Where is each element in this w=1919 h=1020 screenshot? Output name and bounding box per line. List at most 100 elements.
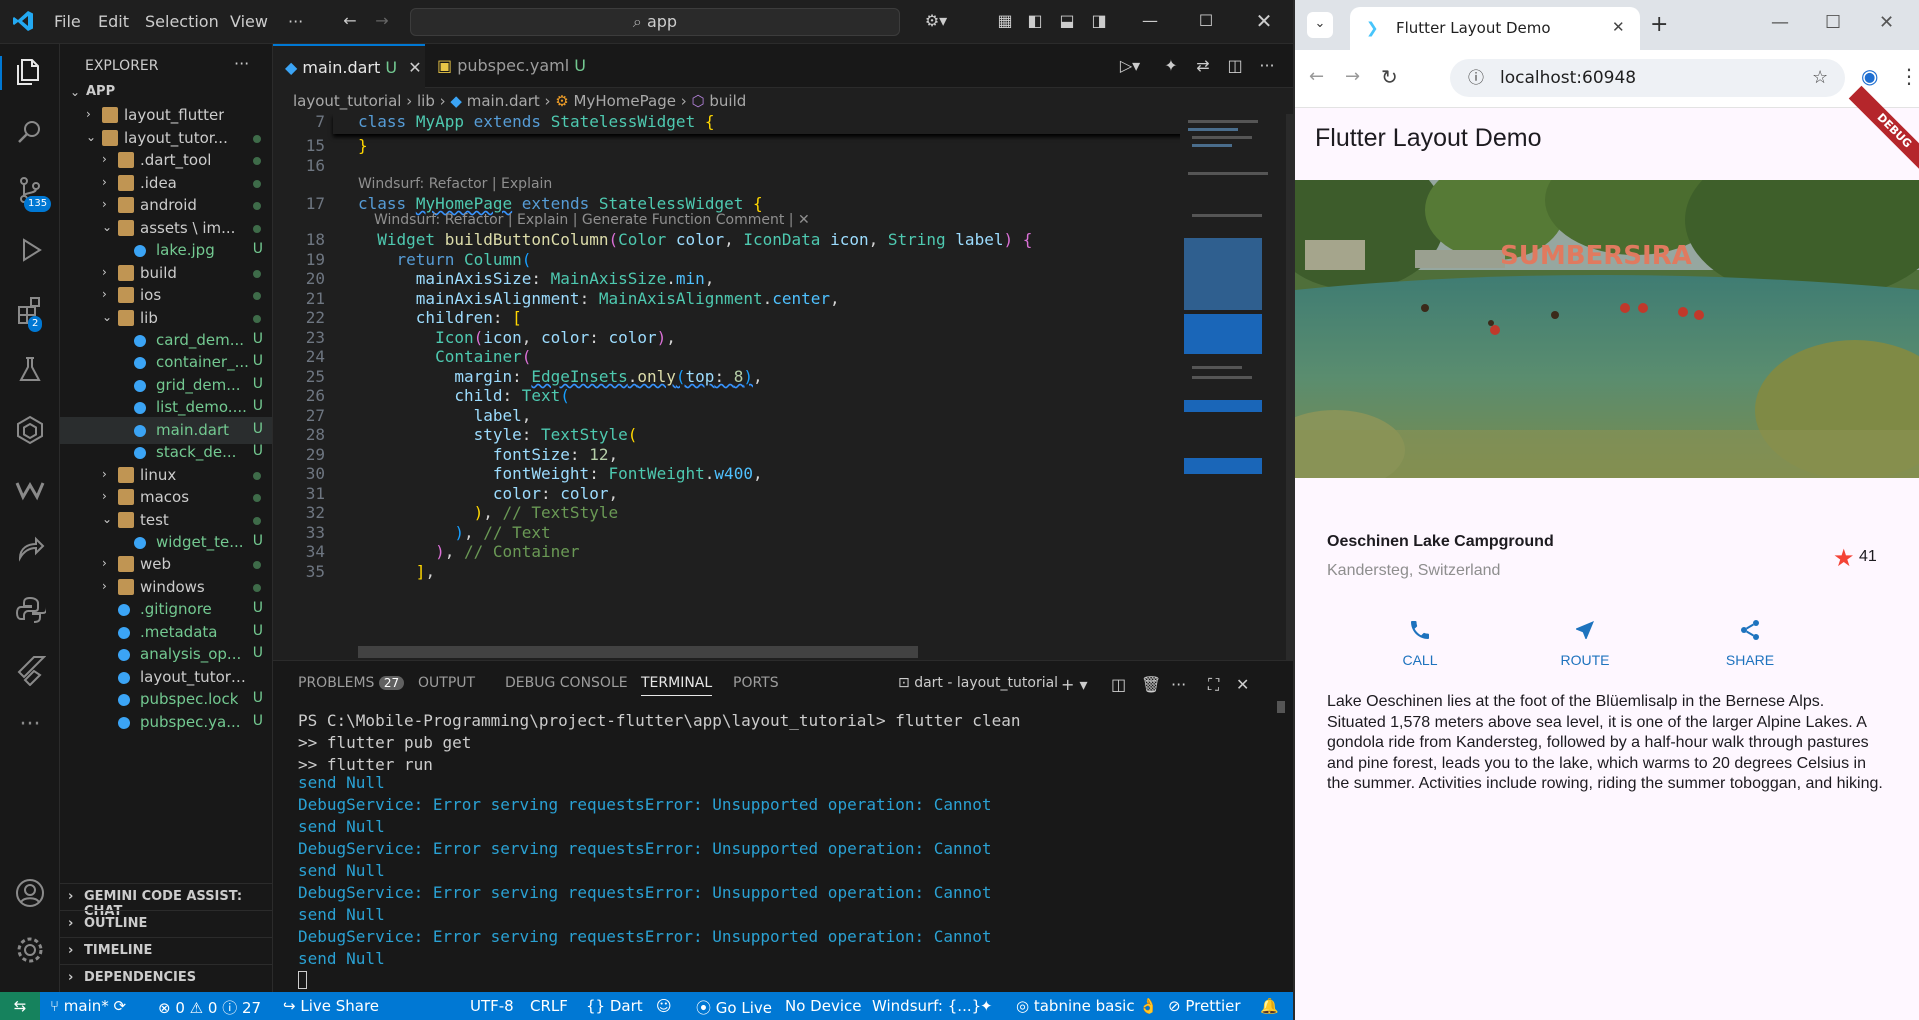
chrome-minimize-icon[interactable]: —	[1771, 12, 1789, 33]
new-tab-plus-icon[interactable]: +	[1650, 12, 1668, 37]
eol-status[interactable]: CRLF	[530, 997, 568, 1015]
menu-edit[interactable]: Edit	[98, 12, 129, 31]
menu-more[interactable]: ···	[288, 12, 303, 31]
panel-tab-problems[interactable]: PROBLEMS 27	[298, 675, 405, 691]
toggle-secondary-sidebar-icon[interactable]: ◨	[1089, 11, 1109, 31]
language-status[interactable]: {} Dart	[586, 997, 643, 1015]
minimap-viewport[interactable]	[1184, 238, 1262, 310]
windsurf-status[interactable]: Windsurf: {...}	[872, 997, 981, 1015]
tree-file[interactable]: pubspec.ya... U	[60, 709, 272, 736]
tab-main-dart[interactable]: ◆ main.dart U ✕	[273, 44, 425, 88]
section-gemini[interactable]: › GEMINI CODE ASSIST: CHAT	[60, 883, 272, 919]
reload-icon[interactable]: ↻	[1381, 65, 1398, 89]
horizontal-scrollbar[interactable]	[358, 646, 918, 658]
trash-icon[interactable]: 🗑	[1141, 675, 1161, 694]
call-button[interactable]: CALL	[1375, 618, 1465, 668]
breadcrumb-lib[interactable]: lib	[417, 92, 435, 110]
breadcrumb-class[interactable]: MyHomePage	[574, 92, 676, 110]
breadcrumb-file[interactable]: main.dart	[467, 92, 540, 110]
chrome-menu-icon[interactable]: ⋮	[1899, 64, 1919, 88]
breadcrumb-method[interactable]: build	[709, 92, 746, 110]
back-arrow-icon[interactable]: ←	[340, 11, 360, 31]
prettier-status[interactable]: ⊘ Prettier	[1168, 997, 1241, 1015]
run-dropdown-icon[interactable]: ▷▾	[1113, 56, 1147, 76]
profile-icon[interactable]: ◉	[1861, 64, 1878, 88]
tabnine-status[interactable]: ◎ tabnine basic 👌	[1016, 997, 1158, 1015]
notifications-bell-icon[interactable]: 🔔	[1260, 997, 1279, 1015]
live-share-status[interactable]: ↪ Live Share	[283, 997, 379, 1015]
share-button[interactable]: SHARE	[1705, 618, 1795, 668]
windsurf-codelens-function[interactable]: Windsurf: Refactor | Explain | Generate …	[374, 212, 810, 228]
customize-layout-icon[interactable]: ▦	[995, 11, 1015, 31]
panel-more-icon[interactable]: ···	[1171, 675, 1186, 694]
close-panel-icon[interactable]: ✕	[1236, 675, 1249, 694]
panel-tab-terminal[interactable]: TERMINAL	[641, 675, 713, 696]
site-info-icon[interactable]: ⓘ	[1468, 59, 1484, 97]
manage-gear-icon[interactable]	[14, 934, 46, 966]
close-icon[interactable]: ✕	[1254, 11, 1274, 31]
terminal-selector[interactable]: ⊡ dart - layout_tutorial	[898, 675, 1058, 691]
command-center-search[interactable]: ⌕ app	[410, 8, 900, 36]
remote-indicator-icon[interactable]: ⇆	[0, 992, 40, 1020]
more-views-icon[interactable]: ···	[14, 712, 46, 744]
browser-forward-icon[interactable]: →	[1345, 66, 1360, 87]
bookmark-star-icon[interactable]: ☆	[1812, 59, 1828, 97]
search-icon[interactable]	[14, 116, 46, 148]
run-debug-icon[interactable]	[14, 234, 46, 266]
remote-explorer-icon[interactable]	[14, 414, 46, 446]
panel-tab-ports[interactable]: PORTS	[733, 675, 779, 691]
copilot-icon[interactable]: ⚙▾	[918, 11, 954, 31]
windsurf-codelens[interactable]: Windsurf: Refactor | Explain	[358, 176, 552, 192]
forward-arrow-icon[interactable]: →	[372, 11, 392, 31]
browser-back-icon[interactable]: ←	[1309, 66, 1324, 87]
explorer-more-icon[interactable]: ···	[234, 54, 249, 73]
device-status[interactable]: No Device	[785, 997, 861, 1015]
vertical-scrollbar[interactable]	[1286, 114, 1293, 660]
section-outline[interactable]: › OUTLINE	[60, 910, 272, 937]
menu-selection[interactable]: Selection	[145, 12, 219, 31]
section-timeline[interactable]: › TIMELINE	[60, 937, 272, 964]
menu-file[interactable]: File	[54, 12, 81, 31]
branch-status[interactable]: ⑂ main* ⟳	[50, 997, 126, 1015]
go-live-status[interactable]: ⦿ Go Live	[696, 997, 772, 1018]
panel-tab-debug-console[interactable]: DEBUG CONSOLE	[505, 675, 628, 691]
panel-tab-output[interactable]: OUTPUT	[418, 675, 475, 691]
compare-changes-icon[interactable]: ⇄	[1193, 56, 1213, 76]
toggle-panel-icon[interactable]: ⬓	[1057, 11, 1077, 31]
editor-more-icon[interactable]: ···	[1257, 56, 1277, 76]
toggle-sidebar-icon[interactable]: ◧	[1025, 11, 1045, 31]
menu-view[interactable]: View	[230, 12, 268, 31]
tab-pubspec-yaml[interactable]: ▣ pubspec.yaml U	[425, 44, 595, 88]
accounts-icon[interactable]	[14, 877, 46, 909]
problems-status[interactable]: ⊗ 0 ⚠ 0 ⓘ 27	[158, 997, 261, 1018]
terminal-cursor[interactable]	[298, 971, 307, 989]
route-button[interactable]: ROUTE	[1540, 618, 1630, 668]
new-terminal-icon[interactable]: + ▾	[1061, 675, 1088, 694]
breadcrumb-folder[interactable]: layout_tutorial	[293, 92, 401, 110]
browser-tab[interactable]: ❯ Flutter Layout Demo ✕	[1350, 7, 1640, 50]
chrome-close-icon[interactable]: ✕	[1879, 12, 1894, 33]
chrome-maximize-icon[interactable]: ☐	[1825, 12, 1841, 33]
encoding-status[interactable]: UTF-8	[470, 997, 514, 1015]
minimize-icon[interactable]: —	[1140, 11, 1160, 31]
section-dependencies[interactable]: › DEPENDENCIES	[60, 964, 272, 991]
tab-close-icon[interactable]: ✕	[1612, 18, 1625, 36]
windsurf-icon[interactable]	[14, 474, 46, 506]
terminal-scrollbar[interactable]	[1277, 701, 1285, 713]
split-terminal-icon[interactable]: ◫	[1111, 675, 1126, 694]
code-editor[interactable]: 7 class MyApp extends StatelessWidget { …	[273, 114, 1193, 660]
address-bar[interactable]: ⓘ localhost:60948 ☆	[1450, 59, 1845, 97]
testing-icon[interactable]	[14, 354, 46, 386]
sparkle-status-icon[interactable]: ✦	[980, 997, 993, 1015]
maximize-panel-icon[interactable]: ⛶	[1208, 675, 1219, 695]
explorer-icon[interactable]	[14, 56, 46, 88]
tab-close-icon[interactable]: ✕	[408, 58, 421, 77]
split-editor-icon[interactable]: ◫	[1225, 56, 1245, 76]
minimap[interactable]	[1180, 114, 1293, 660]
live-share-icon[interactable]	[14, 534, 46, 566]
copilot-status-icon[interactable]: ☺	[656, 997, 672, 1015]
ai-sparkle-icon[interactable]: ✦	[1161, 56, 1181, 76]
tab-search-chevron-icon[interactable]: ⌄	[1307, 12, 1333, 38]
maximize-icon[interactable]: ☐	[1196, 11, 1216, 31]
flutter-icon[interactable]	[14, 654, 47, 687]
